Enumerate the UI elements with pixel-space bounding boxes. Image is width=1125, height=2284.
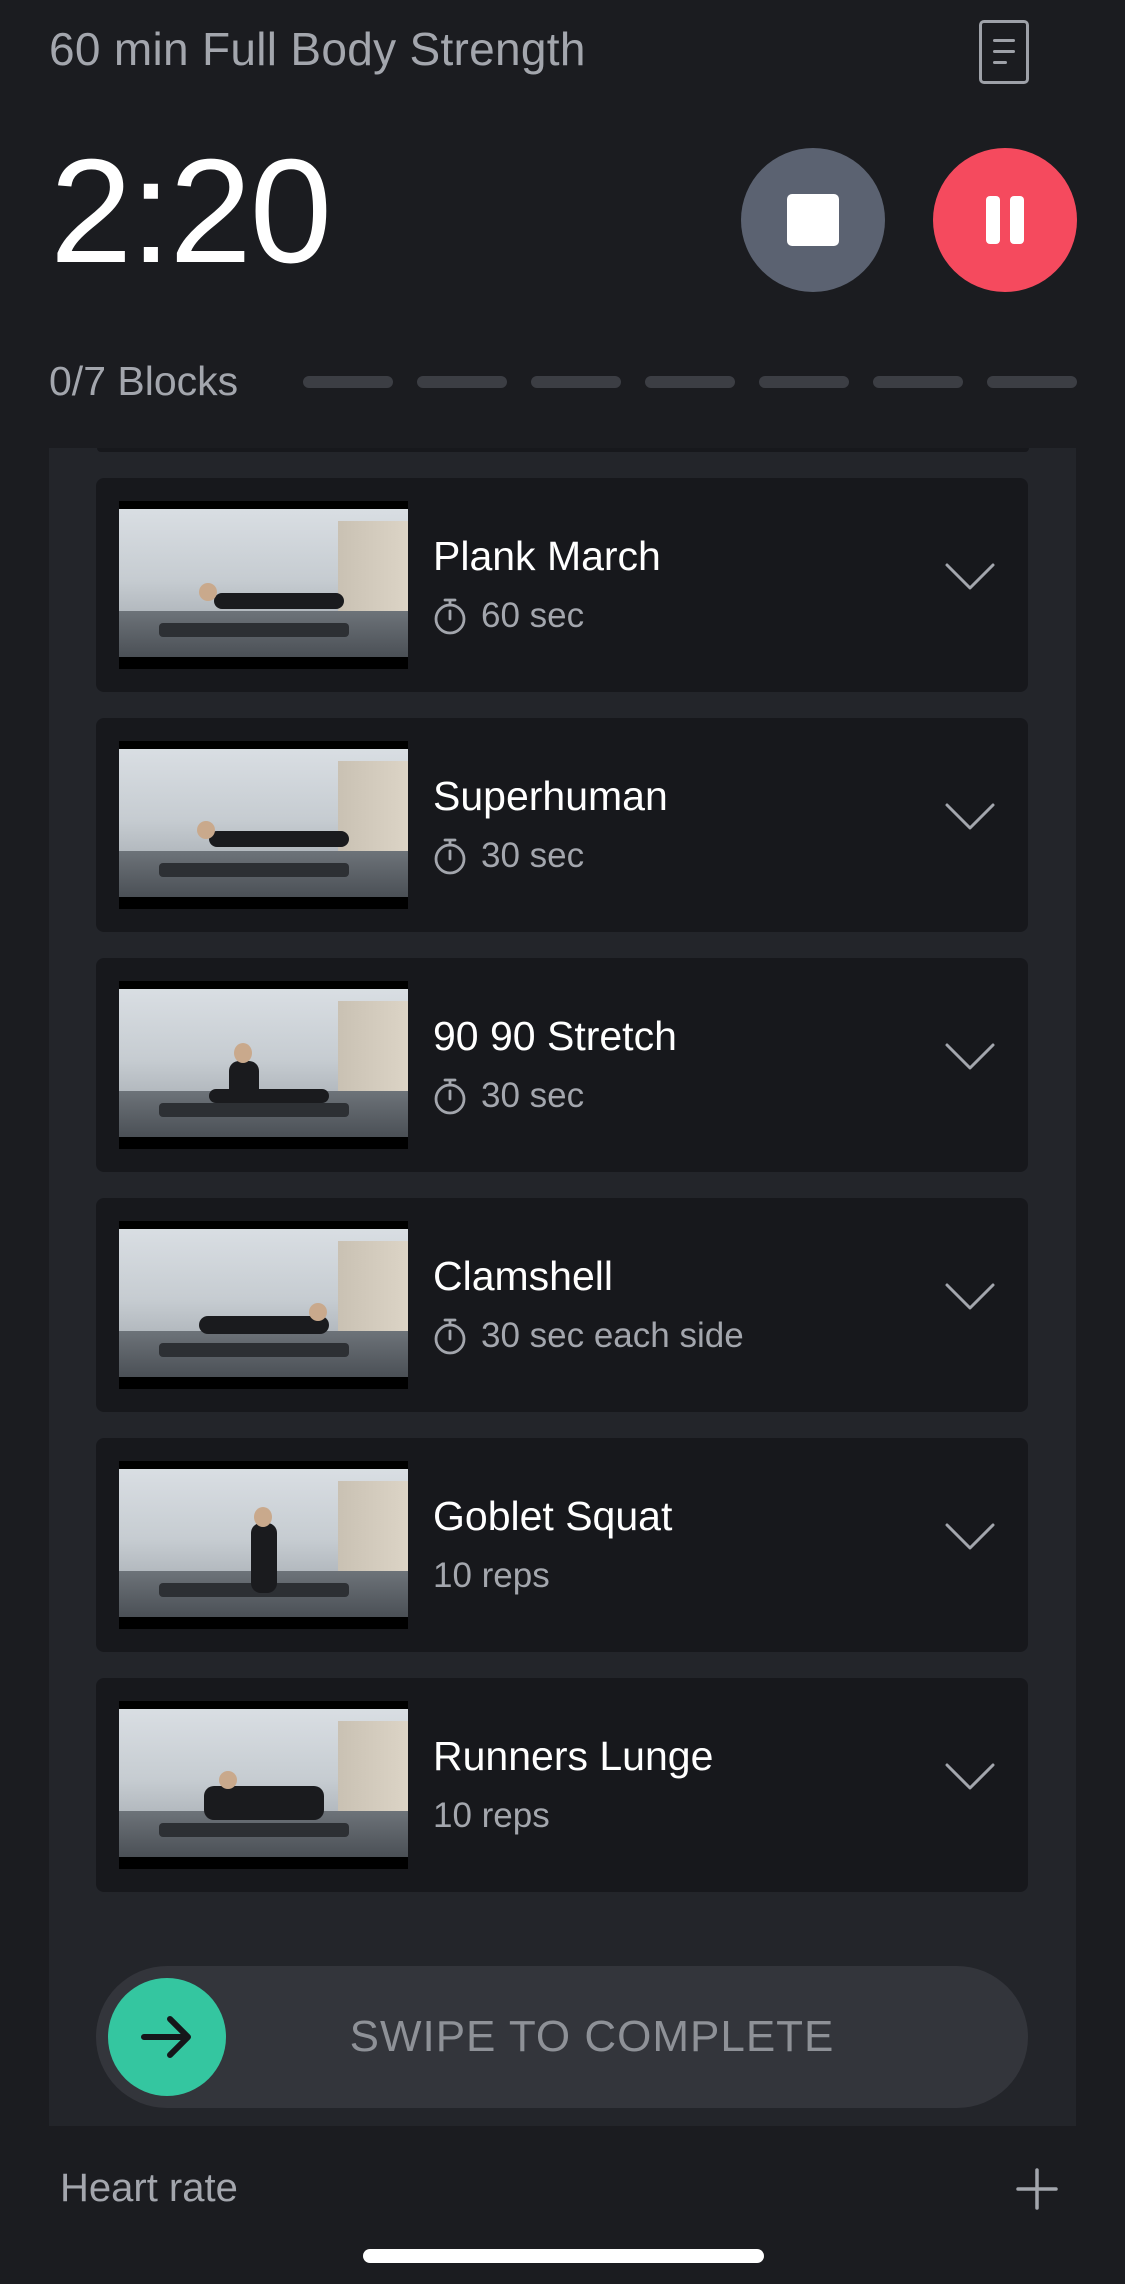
exercise-card[interactable]: Superhuman 30 sec — [96, 718, 1028, 932]
exercise-thumbnail — [119, 741, 408, 909]
notes-icon[interactable] — [979, 20, 1029, 84]
pause-button[interactable] — [933, 148, 1077, 292]
exercise-meta: 10 reps — [433, 1556, 550, 1596]
home-indicator — [363, 2249, 764, 2263]
progress-segment — [645, 376, 735, 388]
exercise-meta: 30 sec each side — [433, 1316, 744, 1356]
progress-segment — [759, 376, 849, 388]
exercise-name: Runners Lunge — [433, 1733, 714, 1779]
exercise-meta: 10 reps — [433, 1796, 550, 1836]
exercise-name: Plank March — [433, 533, 661, 579]
workout-title: 60 min Full Body Strength — [49, 23, 586, 75]
exercise-thumbnail — [119, 1221, 408, 1389]
plus-icon[interactable] — [1016, 2168, 1058, 2210]
swipe-to-complete-slider[interactable]: SWIPE TO COMPLETE — [96, 1966, 1028, 2108]
elapsed-timer: 2:20 — [50, 129, 332, 294]
stopwatch-icon — [434, 1318, 466, 1355]
chevron-down-icon[interactable] — [944, 1042, 996, 1072]
progress-segment — [303, 376, 393, 388]
exercise-duration: 10 reps — [433, 1556, 550, 1595]
exercise-duration: 30 sec — [481, 836, 585, 875]
blocks-progress-label: 0/7 Blocks — [49, 358, 239, 404]
exercise-name: 90 90 Stretch — [433, 1013, 677, 1059]
exercise-name: Clamshell — [433, 1253, 613, 1299]
progress-segment — [417, 376, 507, 388]
chevron-down-icon[interactable] — [944, 802, 996, 832]
stop-button[interactable] — [741, 148, 885, 292]
progress-segment — [987, 376, 1077, 388]
exercise-card[interactable]: 90 90 Stretch 30 sec — [96, 958, 1028, 1172]
exercise-meta: 60 sec — [433, 596, 584, 636]
exercise-thumbnail — [119, 1461, 408, 1629]
chevron-down-icon[interactable] — [944, 1282, 996, 1312]
exercise-card[interactable]: Plank March 60 sec — [96, 478, 1028, 692]
heart-rate-label: Heart rate — [60, 2166, 238, 2210]
exercise-name: Superhuman — [433, 773, 668, 819]
exercise-name: Goblet Squat — [433, 1493, 673, 1539]
previous-card-edge — [97, 448, 1029, 452]
stopwatch-icon — [434, 838, 466, 875]
exercise-duration: 30 sec — [481, 1076, 585, 1115]
chevron-down-icon[interactable] — [944, 1762, 996, 1792]
exercise-duration: 60 sec — [481, 596, 585, 635]
exercise-meta: 30 sec — [433, 836, 584, 876]
stopwatch-icon — [434, 1078, 466, 1115]
exercise-thumbnail — [119, 501, 408, 669]
chevron-down-icon[interactable] — [944, 1522, 996, 1552]
exercise-duration: 30 sec each side — [481, 1316, 744, 1355]
progress-segment — [531, 376, 621, 388]
exercise-duration: 10 reps — [433, 1796, 550, 1835]
progress-segment — [873, 376, 963, 388]
stopwatch-icon — [434, 598, 466, 635]
stop-icon — [787, 194, 839, 246]
exercise-thumbnail — [119, 981, 408, 1149]
exercise-meta: 30 sec — [433, 1076, 584, 1116]
exercise-card[interactable]: Clamshell 30 sec each side — [96, 1198, 1028, 1412]
exercise-card[interactable]: Runners Lunge 10 reps — [96, 1678, 1028, 1892]
chevron-down-icon[interactable] — [944, 562, 996, 592]
exercise-thumbnail — [119, 1701, 408, 1869]
swipe-label: SWIPE TO COMPLETE — [349, 2012, 835, 2061]
exercise-card[interactable]: Goblet Squat 10 reps — [96, 1438, 1028, 1652]
